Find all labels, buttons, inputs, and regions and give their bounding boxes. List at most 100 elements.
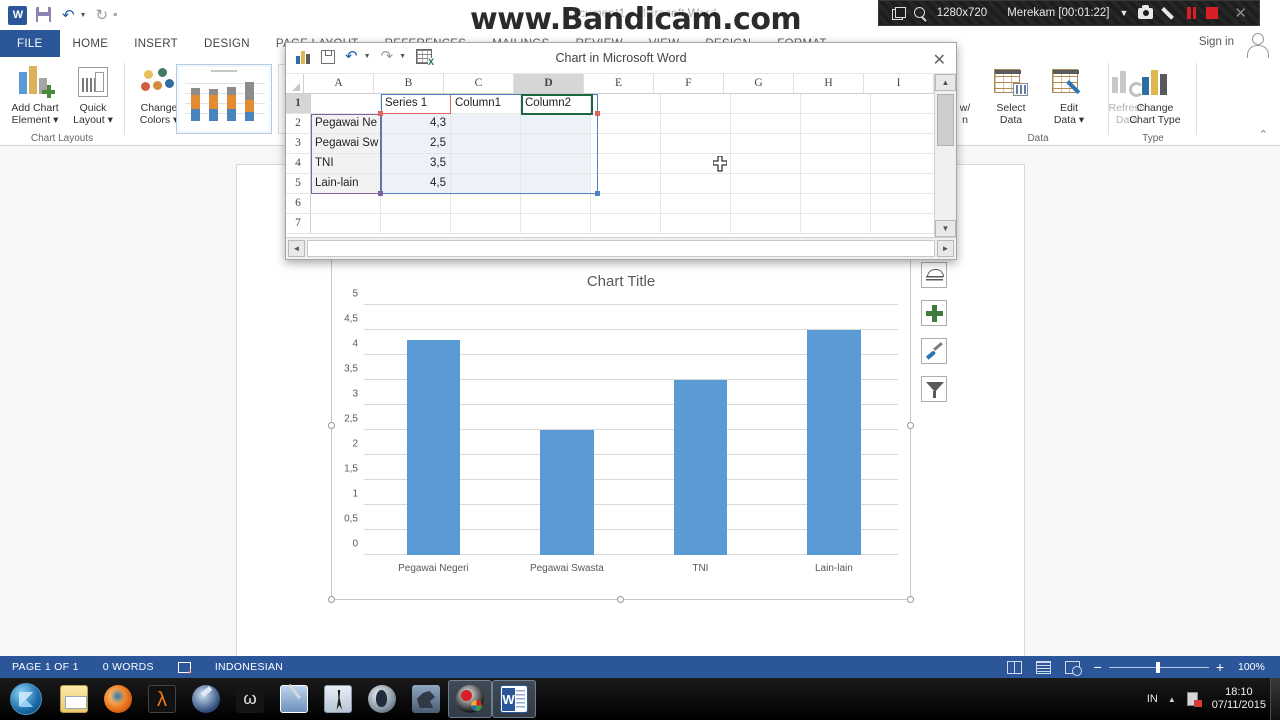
- cell-a6[interactable]: [311, 194, 381, 213]
- chart-bar-2[interactable]: [673, 380, 728, 555]
- half-life-2-icon[interactable]: [184, 680, 228, 718]
- add-chart-element-button[interactable]: Add Chart Element ▾: [4, 62, 66, 126]
- cell-b4[interactable]: 3,5: [381, 154, 451, 173]
- show-desktop-button[interactable]: [1270, 678, 1280, 720]
- cell-h2[interactable]: [801, 114, 871, 133]
- chart-elements-icon[interactable]: [921, 300, 947, 326]
- firefox-icon[interactable]: [96, 680, 140, 718]
- cell-a4[interactable]: TNI: [311, 154, 381, 173]
- start-orb-icon[interactable]: [0, 680, 52, 718]
- horizontal-scroll-thumb[interactable]: [308, 241, 734, 256]
- row-header-7[interactable]: 7: [286, 214, 311, 233]
- column-header-i[interactable]: I: [864, 74, 934, 93]
- vertical-scroll-thumb[interactable]: [937, 94, 954, 146]
- resize-handle-left[interactable]: [328, 422, 335, 429]
- cell-e1[interactable]: [591, 94, 661, 113]
- cell-i3[interactable]: [871, 134, 941, 153]
- sword-game-icon[interactable]: [272, 680, 316, 718]
- cell-c3[interactable]: [451, 134, 521, 153]
- chart-title[interactable]: Chart Title: [332, 273, 910, 290]
- cell-d4[interactable]: [521, 154, 591, 173]
- column-header-f[interactable]: F: [654, 74, 724, 93]
- column-header-e[interactable]: E: [584, 74, 654, 93]
- zoom-slider-thumb[interactable]: [1155, 661, 1160, 673]
- cell-g1[interactable]: [731, 94, 801, 113]
- cell-e2[interactable]: [591, 114, 661, 133]
- horizontal-scroll-track[interactable]: [307, 240, 935, 257]
- cell-h4[interactable]: [801, 154, 871, 173]
- cell-d6[interactable]: [521, 194, 591, 213]
- tab-insert[interactable]: INSERT: [121, 30, 191, 57]
- language-indicator[interactable]: INDONESIAN: [203, 661, 295, 673]
- zoom-icon[interactable]: [913, 6, 927, 20]
- cell-g6[interactable]: [731, 194, 801, 213]
- windows-explorer-icon[interactable]: [52, 680, 96, 718]
- cell-e4[interactable]: [591, 154, 661, 173]
- cell-i2[interactable]: [871, 114, 941, 133]
- spreadsheet-grid[interactable]: A B C D E F G H I 1 Series 1 Column1 Col…: [286, 74, 956, 259]
- resize-handle-right[interactable]: [907, 422, 914, 429]
- zoom-in-button[interactable]: +: [1216, 660, 1224, 674]
- chart-plot-area[interactable]: 0 0,5 1 1,5 2 2,5 3 3,5 4 4,5 5 Pegawai …: [344, 289, 898, 574]
- scroll-up-button[interactable]: ▲: [935, 74, 956, 91]
- cell-f5[interactable]: [661, 174, 731, 193]
- zoom-level[interactable]: 100%: [1238, 661, 1270, 673]
- cell-i1[interactable]: [871, 94, 941, 113]
- microsoft-word-icon[interactable]: [492, 680, 536, 718]
- cell-f7[interactable]: [661, 214, 731, 233]
- safely-remove-hardware-icon[interactable]: [1186, 691, 1202, 707]
- layout-options-icon[interactable]: [921, 262, 947, 288]
- call-of-duty-icon[interactable]: [360, 680, 404, 718]
- eagle-game-icon[interactable]: [404, 680, 448, 718]
- cell-c4[interactable]: [451, 154, 521, 173]
- cell-f1[interactable]: [661, 94, 731, 113]
- cell-g3[interactable]: [731, 134, 801, 153]
- cell-d3[interactable]: [521, 134, 591, 153]
- column-header-a[interactable]: A: [304, 74, 374, 93]
- show-hidden-icons-icon[interactable]: ▲: [1168, 695, 1176, 704]
- vertical-scrollbar[interactable]: ▲ ▼: [934, 74, 956, 237]
- cell-h6[interactable]: [801, 194, 871, 213]
- row-header-4[interactable]: 4: [286, 154, 311, 173]
- cell-d7[interactable]: [521, 214, 591, 233]
- zoom-slider[interactable]: [1108, 661, 1209, 673]
- account-avatar-icon[interactable]: [1244, 30, 1270, 58]
- quick-layout-button[interactable]: Quick Layout ▾: [62, 62, 124, 126]
- cell-f3[interactable]: [661, 134, 731, 153]
- cell-b2[interactable]: 4,3: [381, 114, 451, 133]
- cell-g2[interactable]: [731, 114, 801, 133]
- cell-b5[interactable]: 4,5: [381, 174, 451, 193]
- word-count[interactable]: 0 WORDS: [91, 661, 166, 673]
- cell-d5[interactable]: [521, 174, 591, 193]
- scroll-left-button[interactable]: ◄: [288, 240, 305, 257]
- cell-a1[interactable]: [311, 94, 381, 113]
- language-bar[interactable]: IN: [1147, 693, 1158, 705]
- cell-e5[interactable]: [591, 174, 661, 193]
- web-layout-icon[interactable]: [1064, 660, 1082, 676]
- pause-icon[interactable]: [1187, 7, 1197, 19]
- cell-g5[interactable]: [731, 174, 801, 193]
- chart-filters-icon[interactable]: [921, 376, 947, 402]
- row-header-3[interactable]: 3: [286, 134, 311, 153]
- column-header-h[interactable]: H: [794, 74, 864, 93]
- cell-g7[interactable]: [731, 214, 801, 233]
- cell-d2[interactable]: [521, 114, 591, 133]
- cell-b7[interactable]: [381, 214, 451, 233]
- cell-i6[interactable]: [871, 194, 941, 213]
- edit-data-button[interactable]: Edit Data ▾: [1038, 62, 1100, 126]
- tab-home[interactable]: HOME: [60, 30, 122, 57]
- close-icon[interactable]: ✕: [1234, 4, 1247, 22]
- bandicam-icon[interactable]: [448, 680, 492, 718]
- cell-a7[interactable]: [311, 214, 381, 233]
- resize-handle-bottom-left[interactable]: [328, 596, 335, 603]
- target-window-icon[interactable]: [891, 6, 906, 20]
- cell-a5[interactable]: Lain-lain: [311, 174, 381, 193]
- cell-g4[interactable]: [731, 154, 801, 173]
- cell-f2[interactable]: [661, 114, 731, 133]
- cell-b3[interactable]: 2,5: [381, 134, 451, 153]
- cell-h3[interactable]: [801, 134, 871, 153]
- resize-handle-bottom[interactable]: [617, 596, 624, 603]
- select-data-button[interactable]: Select Data: [980, 62, 1042, 126]
- stop-recording-icon[interactable]: [1206, 7, 1219, 19]
- cell-b1[interactable]: Series 1: [381, 94, 451, 113]
